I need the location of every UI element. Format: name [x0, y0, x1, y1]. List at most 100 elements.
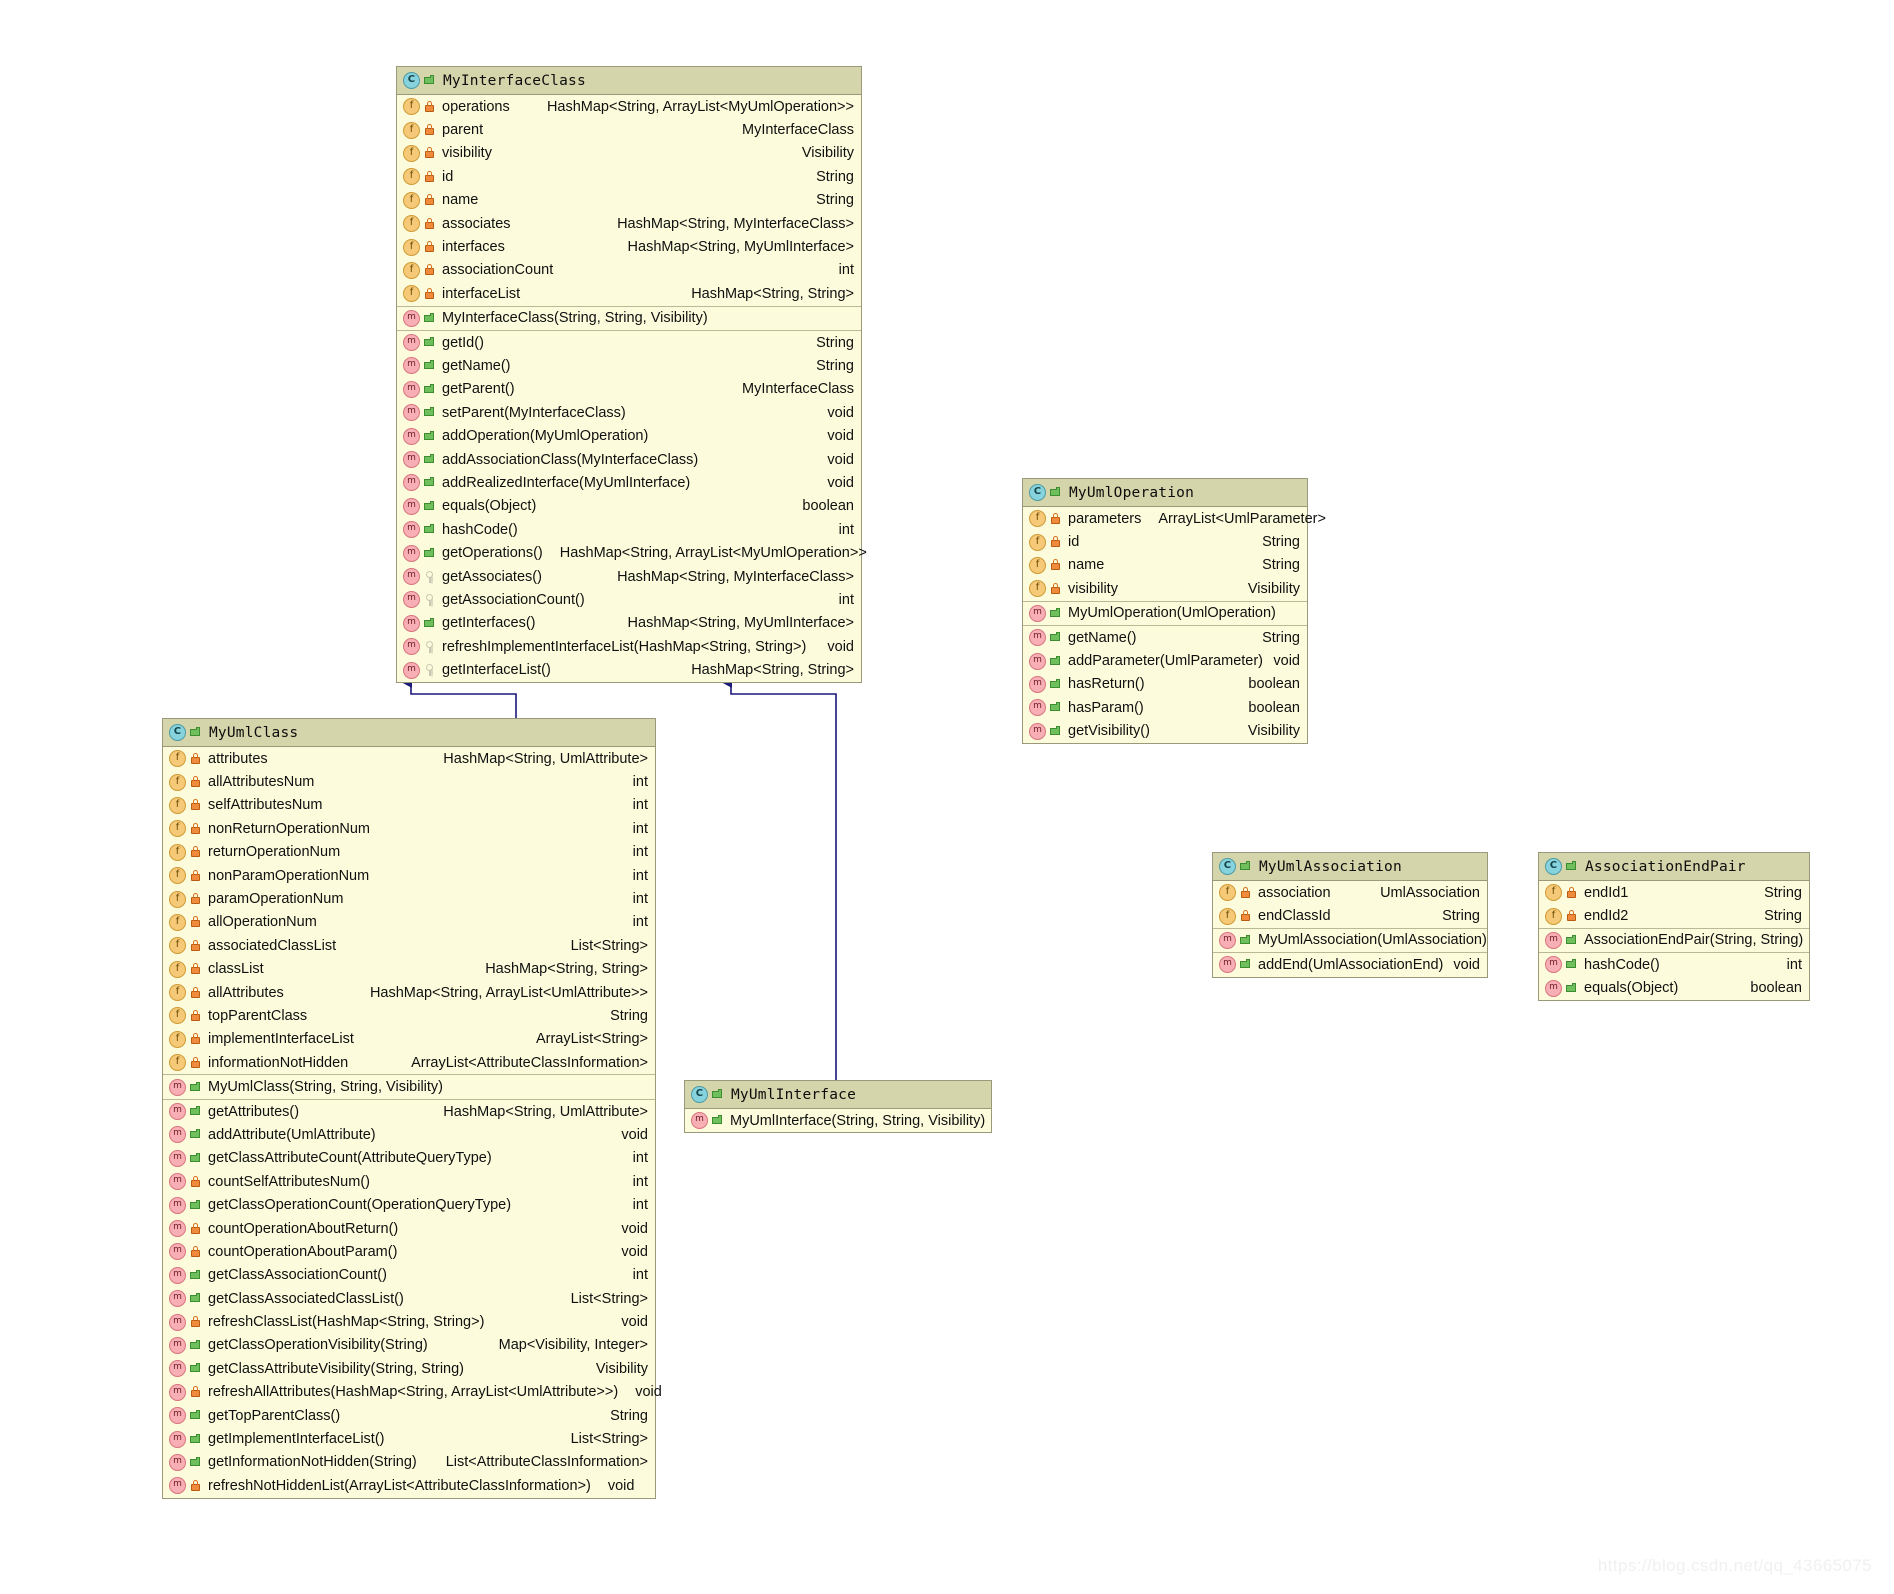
MyUmlOperation-method-getVisibility()[interactable]: m getVisibility() Visibility [1023, 720, 1307, 743]
MyUmlInterface-method-MyUmlInterface(String, String, Visibility)[interactable]: m MyUmlInterface(String, String, Visibili… [685, 1109, 991, 1132]
AssociationEndPair-field-endId1[interactable]: f endId1 String [1539, 881, 1809, 904]
MyInterfaceClass-method-equals(Object)[interactable]: m equals(Object) boolean [397, 495, 861, 518]
MyUmlClass-field-implementInterfaceList[interactable]: f implementInterfaceList ArrayList<String> [163, 1028, 655, 1051]
MyUmlClass-method-getClassAttributeVisibility(String, String)[interactable]: m getClassAttributeVisibility(String, Str… [163, 1357, 655, 1380]
uml-class-MyInterfaceClass[interactable]: C MyInterfaceClass f operations HashMap<Stri… [396, 66, 867, 683]
private-visibility-icon [190, 1009, 201, 1022]
MyUmlClass-method-refreshClassList(HashMap<String, String>)[interactable]: m refreshClassList(HashMap<String, String… [163, 1310, 655, 1333]
method-name: setParent(MyInterfaceClass) [442, 404, 626, 421]
MyUmlAssociation-fields-section: f association UmlAssociation f endClassId Str… [1213, 881, 1487, 928]
MyUmlOperation-field-name[interactable]: f name String [1023, 554, 1307, 577]
MyUmlClass-field-allOperationNum[interactable]: f allOperationNum int [163, 911, 655, 934]
MyUmlClass-method-countOperationAboutReturn()[interactable]: m countOperationAboutReturn() void [163, 1217, 655, 1240]
MyUmlClass-method-countOperationAboutParam()[interactable]: m countOperationAboutParam() void [163, 1240, 655, 1263]
MyUmlClass-field-paramOperationNum[interactable]: f paramOperationNum int [163, 887, 655, 910]
MyUmlClass-method-getTopParentClass()[interactable]: m getTopParentClass() String [163, 1404, 655, 1427]
class-header-MyUmlAssociation[interactable]: C MyUmlAssociation [1213, 853, 1487, 881]
MyInterfaceClass-field-visibility[interactable]: f visibility Visibility [397, 142, 861, 165]
MyInterfaceClass-method-addAssociationClass(MyInterfaceClass)[interactable]: m addAssociationClass(MyInterfaceClass) vo… [397, 448, 861, 471]
public-visibility-icon [712, 1089, 723, 1100]
MyUmlClass-method-getClassAssociationCount()[interactable]: m getClassAssociationCount() int [163, 1264, 655, 1287]
MyInterfaceClass-field-interfaceList[interactable]: f interfaceList HashMap<String, String> [397, 282, 861, 305]
MyUmlOperation-field-parameters[interactable]: f parameters ArrayList<UmlParameter> [1023, 507, 1326, 530]
MyInterfaceClass-field-associationCount[interactable]: f associationCount int [397, 259, 861, 282]
MyInterfaceClass-field-id[interactable]: f id String [397, 165, 861, 188]
MyUmlClass-field-returnOperationNum[interactable]: f returnOperationNum int [163, 841, 655, 864]
MyUmlAssociation-field-endClassId[interactable]: f endClassId String [1213, 904, 1487, 927]
MyUmlClass-field-selfAttributesNum[interactable]: f selfAttributesNum int [163, 794, 655, 817]
MyUmlClass-method-refreshNotHiddenList(ArrayList<AttributeClassInformation>)[interactable]: m refreshNotHiddenList(ArrayList<Attribut… [163, 1474, 655, 1497]
MyUmlClass-method-refreshAllAttributes(HashMap<String, ArrayList<UmlAttribute>>)[interactable]: m refreshAllAttributes(HashMap<String, Ar… [163, 1381, 662, 1404]
MyInterfaceClass-field-associates[interactable]: f associates HashMap<String, MyInterfaceCl… [397, 212, 861, 235]
MyUmlClass-method-getClassOperationVisibility(String)[interactable]: m getClassOperationVisibility(String) Map<… [163, 1334, 655, 1357]
MyUmlClass-method-MyUmlClass(String, String, Visibility)[interactable]: m MyUmlClass(String, String, Visibility) [163, 1075, 655, 1098]
MyUmlOperation-method-hasParam()[interactable]: m hasParam() boolean [1023, 696, 1307, 719]
MyInterfaceClass-method-getAssociates()[interactable]: m getAssociates() HashMap<String, MyInterf… [397, 565, 861, 588]
MyInterfaceClass-method-getId()[interactable]: m getId() String [397, 331, 861, 354]
MyInterfaceClass-method-setParent(MyInterfaceClass)[interactable]: m setParent(MyInterfaceClass) void [397, 401, 861, 424]
field-icon: f [169, 890, 186, 908]
class-header-MyInterfaceClass[interactable]: C MyInterfaceClass [397, 67, 861, 95]
MyUmlClass-method-addAttribute(UmlAttribute)[interactable]: m addAttribute(UmlAttribute) void [163, 1123, 655, 1146]
MyUmlClass-method-getAttributes()[interactable]: m getAttributes() HashMap<String, UmlAttri… [163, 1100, 655, 1123]
MyInterfaceClass-method-refreshImplementInterfaceList(HashMap<String, String>)[interactable]: m refreshImplementInterfaceList(HashMap<S… [397, 635, 861, 658]
method-type: void [827, 404, 854, 421]
AssociationEndPair-field-endId2[interactable]: f endId2 String [1539, 904, 1809, 927]
MyUmlOperation-field-visibility[interactable]: f visibility Visibility [1023, 577, 1307, 600]
MyUmlOperation-method-MyUmlOperation(UmlOperation)[interactable]: m MyUmlOperation(UmlOperation) [1023, 602, 1307, 625]
method-type: HashMap<String, ArrayList<MyUmlOperation… [559, 545, 867, 562]
MyUmlClass-method-getInformationNotHidden(String)[interactable]: m getInformationNotHidden(String) List<Att… [163, 1451, 655, 1474]
AssociationEndPair-method-hashCode()[interactable]: m hashCode() int [1539, 953, 1809, 976]
MyUmlOperation-field-id[interactable]: f id String [1023, 530, 1307, 553]
MyInterfaceClass-method-getName()[interactable]: m getName() String [397, 354, 861, 377]
MyUmlClass-field-attributes[interactable]: f attributes HashMap<String, UmlAttribute> [163, 747, 655, 770]
MyInterfaceClass-field-operations[interactable]: f operations HashMap<String, ArrayList<MyU… [397, 95, 861, 118]
MyUmlAssociation-method-MyUmlAssociation(UmlAssociation)[interactable]: m MyUmlAssociation(UmlAssociation) [1213, 929, 1487, 952]
MyInterfaceClass-method-getParent()[interactable]: m getParent() MyInterfaceClass [397, 378, 861, 401]
MyInterfaceClass-method-getAssociationCount()[interactable]: m getAssociationCount() int [397, 588, 861, 611]
class-header-MyUmlClass[interactable]: C MyUmlClass [163, 719, 655, 747]
MyInterfaceClass-method-getOperations()[interactable]: m getOperations() HashMap<String, ArrayLis… [397, 541, 867, 564]
MyInterfaceClass-method-addRealizedInterface(MyUmlInterface)[interactable]: m addRealizedInterface(MyUmlInterface) voi… [397, 471, 861, 494]
MyUmlClass-field-nonParamOperationNum[interactable]: f nonParamOperationNum int [163, 864, 655, 887]
uml-class-MyUmlClass[interactable]: C MyUmlClass f attributes HashMap<String, Um… [162, 718, 662, 1499]
MyUmlOperation-method-hasReturn()[interactable]: m hasReturn() boolean [1023, 673, 1307, 696]
MyUmlClass-field-allAttributesNum[interactable]: f allAttributesNum int [163, 770, 655, 793]
MyUmlClass-method-getImplementInterfaceList()[interactable]: m getImplementInterfaceList() List<String> [163, 1427, 655, 1450]
MyUmlClass-field-allAttributes[interactable]: f allAttributes HashMap<String, ArrayList<… [163, 981, 655, 1004]
class-header-MyUmlInterface[interactable]: C MyUmlInterface [685, 1081, 991, 1109]
MyInterfaceClass-method-addOperation(MyUmlOperation)[interactable]: m addOperation(MyUmlOperation) void [397, 424, 861, 447]
MyInterfaceClass-method-getInterfaces()[interactable]: m getInterfaces() HashMap<String, MyUmlInt… [397, 612, 861, 635]
MyUmlClass-method-getClassOperationCount(OperationQueryType)[interactable]: m getClassOperationCount(OperationQueryTy… [163, 1193, 655, 1216]
MyUmlClass-method-countSelfAttributesNum()[interactable]: m countSelfAttributesNum() int [163, 1170, 655, 1193]
MyInterfaceClass-method-MyInterfaceClass(String, String, Visibility)[interactable]: m MyInterfaceClass(String, String, Visibi… [397, 307, 861, 330]
MyUmlClass-field-informationNotHidden[interactable]: f informationNotHidden ArrayList<Attribute… [163, 1051, 655, 1074]
class-header-MyUmlOperation[interactable]: C MyUmlOperation [1023, 479, 1307, 507]
field-type: int [632, 797, 648, 814]
uml-class-MyUmlInterface[interactable]: C MyUmlInterface m MyUmlInterface(String, S… [684, 1080, 992, 1134]
private-visibility-icon [190, 1245, 201, 1258]
method-type: String [1262, 629, 1300, 646]
MyUmlOperation-method-addParameter(UmlParameter)[interactable]: m addParameter(UmlParameter) void [1023, 649, 1307, 672]
MyUmlClass-field-classList[interactable]: f classList HashMap<String, String> [163, 958, 655, 981]
MyInterfaceClass-method-hashCode()[interactable]: m hashCode() int [397, 518, 861, 541]
MyInterfaceClass-field-parent[interactable]: f parent MyInterfaceClass [397, 118, 861, 141]
MyUmlClass-method-getClassAssociatedClassList()[interactable]: m getClassAssociatedClassList() List<Strin… [163, 1287, 655, 1310]
AssociationEndPair-method-AssociationEndPair(String, String)[interactable]: m AssociationEndPair(String, String) [1539, 929, 1809, 952]
uml-class-AssociationEndPair[interactable]: C AssociationEndPair f endId1 String f endId2 S… [1538, 852, 1810, 1001]
MyUmlAssociation-field-association[interactable]: f association UmlAssociation [1213, 881, 1487, 904]
method-name: hashCode() [1584, 956, 1660, 973]
MyUmlOperation-method-getName()[interactable]: m getName() String [1023, 626, 1307, 649]
MyInterfaceClass-field-interfaces[interactable]: f interfaces HashMap<String, MyUmlInterfac… [397, 235, 861, 258]
MyUmlClass-field-associatedClassList[interactable]: f associatedClassList List<String> [163, 934, 655, 957]
AssociationEndPair-method-equals(Object)[interactable]: m equals(Object) boolean [1539, 977, 1809, 1000]
uml-class-MyUmlAssociation[interactable]: C MyUmlAssociation f association UmlAssociat… [1212, 852, 1488, 978]
MyUmlClass-field-topParentClass[interactable]: f topParentClass String [163, 1004, 655, 1027]
MyInterfaceClass-field-name[interactable]: f name String [397, 189, 861, 212]
MyInterfaceClass-method-getInterfaceList()[interactable]: m getInterfaceList() HashMap<String, Strin… [397, 658, 861, 681]
uml-class-MyUmlOperation[interactable]: C MyUmlOperation f parameters ArrayList<UmlP… [1022, 478, 1326, 744]
class-header-AssociationEndPair[interactable]: C AssociationEndPair [1539, 853, 1809, 881]
MyUmlAssociation-method-addEnd(UmlAssociationEnd)[interactable]: m addEnd(UmlAssociationEnd) void [1213, 953, 1487, 976]
MyUmlClass-method-getClassAttributeCount(AttributeQueryType)[interactable]: m getClassAttributeCount(AttributeQueryTy… [163, 1147, 655, 1170]
MyUmlClass-field-nonReturnOperationNum[interactable]: f nonReturnOperationNum int [163, 817, 655, 840]
